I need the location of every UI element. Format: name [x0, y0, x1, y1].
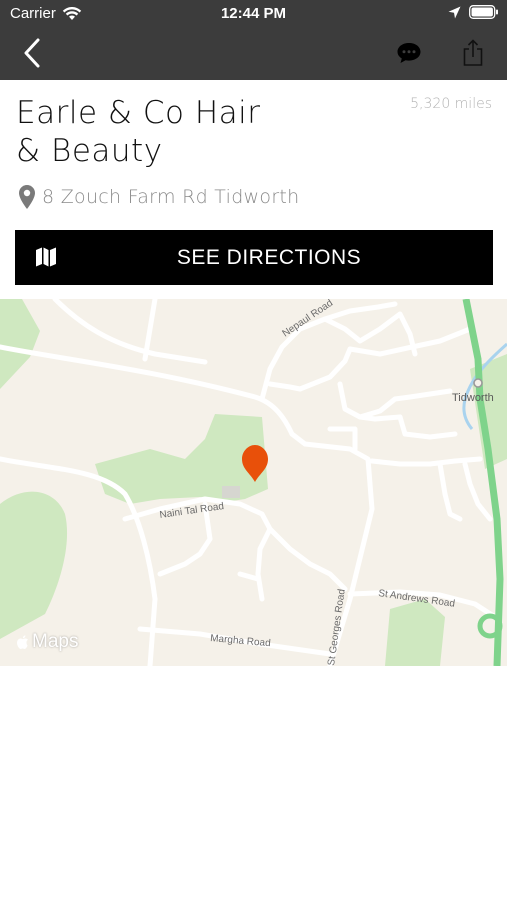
apple-logo-icon — [17, 635, 28, 649]
distance-label: 5,320 miles — [410, 96, 492, 112]
status-bar: Carrier 12:44 PM — [0, 0, 507, 28]
business-name-line2: & Beauty — [16, 133, 163, 169]
business-name-line1: Earle & Co Hair — [16, 95, 261, 131]
address-row[interactable]: 8 Zouch Farm Rd Tidworth — [18, 184, 300, 210]
share-button[interactable] — [460, 38, 486, 68]
chat-bubble-icon — [397, 43, 421, 63]
map-label-margha-road: Margha Road — [210, 633, 271, 649]
back-button[interactable] — [18, 36, 50, 70]
map-view[interactable]: Nepaul Road Tidworth Naini Tal Road St A… — [0, 299, 507, 666]
map-label-st-georges-road: St Georges Road — [326, 588, 348, 666]
location-pin-icon — [19, 185, 35, 209]
battery-icon — [469, 5, 498, 19]
map-label-tidworth: Tidworth — [452, 392, 494, 404]
see-directions-label: SEE DIRECTIONS — [176, 246, 362, 269]
green-area — [385, 599, 445, 666]
map-canvas[interactable]: Nepaul Road Tidworth Naini Tal Road St A… — [0, 299, 507, 666]
town-marker — [473, 378, 483, 388]
green-area — [0, 299, 40, 389]
chat-button[interactable] — [395, 39, 423, 67]
green-area — [0, 491, 68, 639]
see-directions-button[interactable]: SEE DIRECTIONS — [15, 230, 493, 285]
business-name: Earle & Co Hair & Beauty — [16, 94, 316, 170]
status-right-group — [448, 5, 499, 19]
navigation-bar — [0, 28, 507, 80]
header-bar: Carrier 12:44 PM — [0, 0, 507, 80]
apple-maps-logo: Maps — [16, 631, 78, 653]
maps-logo-text: Maps — [32, 631, 79, 652]
location-arrow-icon — [448, 6, 461, 18]
building — [222, 486, 240, 498]
share-icon — [463, 39, 483, 66]
chevron-left-icon — [24, 38, 40, 68]
address-text: 8 Zouch Farm Rd Tidworth — [42, 186, 300, 208]
status-time: 12:44 PM — [220, 5, 287, 22]
